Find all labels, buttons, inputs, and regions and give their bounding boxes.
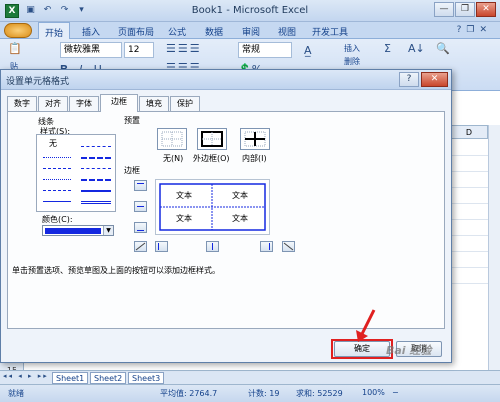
preset-none-label: 无(N) <box>163 154 184 163</box>
preset-inside-button[interactable] <box>240 128 270 150</box>
border-center-button[interactable] <box>206 241 219 252</box>
status-ready: 就绪 <box>8 389 24 398</box>
paste-icon[interactable]: 📋 <box>8 42 22 55</box>
alignment-icons[interactable]: ☰☰☰ <box>166 42 202 55</box>
tab-formulas[interactable]: 公式 <box>168 25 186 38</box>
line-style-option[interactable] <box>43 157 71 158</box>
color-dropdown[interactable]: ▼ <box>42 225 114 236</box>
zoom-out-button[interactable]: − <box>392 388 399 397</box>
watermark-text: Bai 经验 <box>386 344 432 357</box>
line-style-none[interactable]: 无 <box>49 138 57 149</box>
dialog-help-button[interactable]: ? <box>399 72 419 87</box>
number-format-box[interactable]: 常规 <box>238 42 292 58</box>
tab-data[interactable]: 数据 <box>205 25 223 38</box>
status-sum: 求和: 52529 <box>296 389 343 398</box>
vertical-scrollbar[interactable] <box>488 125 500 370</box>
status-average: 平均值: 2764.7 <box>160 389 218 398</box>
sheet-nav-arrows[interactable]: ◂◂ ◂ ▸ ▸▸ <box>3 372 49 380</box>
diagonal-up-button[interactable] <box>134 241 147 252</box>
line-style-option[interactable] <box>43 168 71 169</box>
border-preview[interactable]: 文本 文本 文本 文本 <box>155 179 270 235</box>
preview-text: 文本 <box>176 214 192 223</box>
sheet-tab-1[interactable]: Sheet1 <box>52 372 89 384</box>
line-style-option[interactable] <box>81 146 111 147</box>
window-controls: — ❐ ✕ <box>434 2 496 17</box>
preset-none-button[interactable] <box>157 128 187 150</box>
border-bottom-button[interactable] <box>134 222 147 233</box>
office-button[interactable] <box>4 23 32 38</box>
tab-review[interactable]: 审阅 <box>242 25 260 38</box>
border-right-button[interactable] <box>260 241 273 252</box>
line-style-option[interactable] <box>81 190 111 192</box>
border-middle-button[interactable] <box>134 201 147 212</box>
maximize-button[interactable]: ❐ <box>455 2 475 17</box>
tab-page-layout[interactable]: 页面布局 <box>118 25 154 38</box>
font-size-box[interactable]: 12 <box>124 42 154 58</box>
preset-none-icon <box>161 131 183 147</box>
preset-inside-label: 内部(I) <box>242 154 267 163</box>
diagonal-down-button[interactable] <box>282 241 295 252</box>
zoom-level[interactable]: 100% <box>362 388 385 397</box>
tab-font[interactable]: 字体 <box>69 96 99 111</box>
title-bar: X ▣ ↶ ↷ ▾ Book1 - Microsoft Excel — ❐ ✕ <box>0 0 500 22</box>
sheet-tab-2[interactable]: Sheet2 <box>90 372 127 384</box>
preset-outline-icon <box>201 131 223 147</box>
autosum-icon[interactable]: Σ <box>384 42 391 55</box>
line-style-option[interactable] <box>43 201 71 202</box>
help-controls[interactable]: ?❐✕ <box>457 25 492 35</box>
border-group-label: 边框 <box>124 166 140 175</box>
line-style-option[interactable] <box>43 190 71 191</box>
sheet-tab-bar: ◂◂ ◂ ▸ ▸▸ Sheet1 Sheet2 Sheet3 <box>0 370 500 384</box>
border-left-button[interactable] <box>155 241 168 252</box>
column-header-d[interactable]: D <box>450 125 488 139</box>
line-style-option[interactable] <box>81 157 111 159</box>
insert-cells[interactable]: 插入 <box>344 43 360 54</box>
tab-number[interactable]: 数字 <box>7 96 37 111</box>
color-swatch <box>45 228 101 234</box>
preview-text: 文本 <box>232 214 248 223</box>
tab-insert[interactable]: 插入 <box>82 25 100 38</box>
line-style-option[interactable] <box>43 179 71 180</box>
red-arrow-icon <box>356 309 376 342</box>
tab-fill[interactable]: 填充 <box>139 96 169 111</box>
chevron-down-icon[interactable]: ▼ <box>103 226 113 235</box>
line-style-option[interactable] <box>81 168 111 169</box>
dialog-title-bar[interactable]: 设置单元格格式 ? ✕ <box>1 70 451 90</box>
font-name-box[interactable]: 微软雅黑 <box>60 42 122 58</box>
line-style-option[interactable] <box>81 201 111 204</box>
preset-outline-button[interactable] <box>197 128 227 150</box>
tab-developer[interactable]: 开发工具 <box>312 25 348 38</box>
close-button[interactable]: ✕ <box>476 2 496 17</box>
minimize-button[interactable]: — <box>434 2 454 17</box>
preview-borders <box>159 183 266 231</box>
preview-text: 文本 <box>176 191 192 200</box>
preview-text: 文本 <box>232 191 248 200</box>
window-title: Book1 - Microsoft Excel <box>191 5 309 16</box>
tab-protection[interactable]: 保护 <box>170 96 200 111</box>
preset-outline-label: 外边框(O) <box>193 154 230 163</box>
styles-icon[interactable]: A̲ <box>304 44 312 57</box>
status-bar: 就绪 平均值: 2764.7 计数: 19 求和: 52529 100% − <box>0 384 500 402</box>
line-style-list[interactable]: 无 <box>36 134 116 212</box>
sort-filter-icon[interactable]: A↓ <box>408 42 425 55</box>
sheet-tab-3[interactable]: Sheet3 <box>128 372 165 384</box>
line-style-option[interactable] <box>81 179 111 181</box>
presets-group-label: 预置 <box>124 116 140 125</box>
tab-view[interactable]: 视图 <box>278 25 296 38</box>
tab-home[interactable]: 开始 <box>38 22 71 40</box>
dialog-title: 设置单元格格式 <box>6 77 70 87</box>
ribbon-tab-bar: 开始 插入 页面布局 公式 数据 审阅 视图 开发工具 ?❐✕ <box>0 22 500 40</box>
delete-cells[interactable]: 删除 <box>344 56 360 67</box>
preset-inside-icon <box>244 131 266 147</box>
tab-alignment[interactable]: 对齐 <box>38 96 68 111</box>
status-count: 计数: 19 <box>248 389 280 398</box>
border-top-button[interactable] <box>134 180 147 191</box>
border-hint-text: 单击预置选项、预览草图及上面的按钮可以添加边框样式。 <box>12 266 220 275</box>
find-icon[interactable]: 🔍 <box>436 42 450 55</box>
dialog-close-button[interactable]: ✕ <box>421 72 448 87</box>
tab-border[interactable]: 边框 <box>100 94 138 112</box>
color-label: 颜色(C): <box>42 215 73 224</box>
